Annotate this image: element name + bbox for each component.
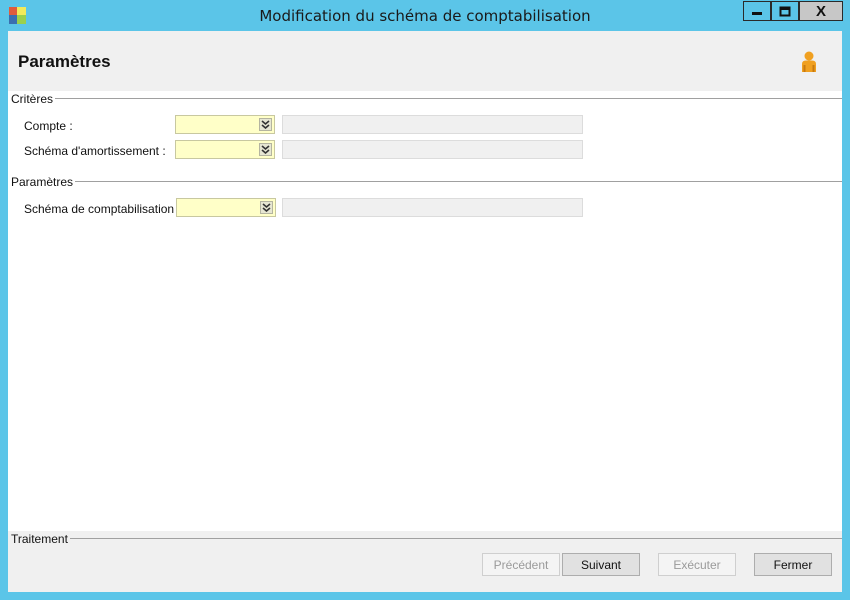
client-area: Paramètres Critères Compte : Schéma d'am… — [8, 31, 842, 592]
traitement-panel: Traitement Précédent Suivant Exécuter Fe… — [8, 531, 842, 592]
title-bar[interactable]: Modification du schéma de comptabilisati… — [0, 0, 850, 31]
chevron-double-down-icon — [261, 145, 270, 154]
page-title: Paramètres — [18, 52, 111, 71]
criteres-group-title: Critères — [11, 92, 56, 106]
schema-amortissement-dropdown-button[interactable] — [259, 143, 272, 156]
fermer-button[interactable]: Fermer — [754, 553, 832, 576]
maximize-button[interactable] — [771, 1, 799, 21]
window-title: Modification du schéma de comptabilisati… — [259, 7, 591, 25]
traitement-group-title: Traitement — [11, 532, 70, 546]
schema-amortissement-description — [282, 140, 583, 159]
chevron-double-down-icon — [262, 203, 271, 212]
close-icon: X — [815, 2, 826, 20]
chevron-double-down-icon — [261, 120, 270, 129]
suivant-button[interactable]: Suivant — [562, 553, 640, 576]
parametres-group-title: Paramètres — [11, 175, 76, 189]
schema-comptabilisation-description — [282, 198, 583, 217]
user-icon[interactable] — [800, 51, 818, 73]
compte-dropdown-button[interactable] — [259, 118, 272, 131]
schema-comptabilisation-input[interactable] — [176, 198, 276, 217]
parametres-group-line — [72, 181, 842, 182]
schema-comptabilisation-label: Schéma de comptabilisation : — [24, 202, 181, 216]
window: Modification du schéma de comptabilisati… — [0, 0, 850, 600]
traitement-group-line — [64, 538, 842, 539]
compte-input[interactable] — [175, 115, 275, 134]
criteres-group-line — [48, 98, 842, 99]
schema-amortissement-label: Schéma d'amortissement : — [24, 144, 166, 158]
schema-amortissement-input[interactable] — [175, 140, 275, 159]
minimize-icon — [752, 12, 762, 15]
minimize-button[interactable] — [743, 1, 771, 21]
schema-comptabilisation-dropdown-button[interactable] — [260, 201, 273, 214]
page-header: Paramètres — [8, 31, 842, 91]
precedent-button[interactable]: Précédent — [482, 553, 560, 576]
executer-button[interactable]: Exécuter — [658, 553, 736, 576]
compte-description — [282, 115, 583, 134]
compte-label: Compte : — [24, 119, 73, 133]
close-button[interactable]: X — [799, 1, 843, 21]
maximize-icon — [779, 6, 791, 16]
